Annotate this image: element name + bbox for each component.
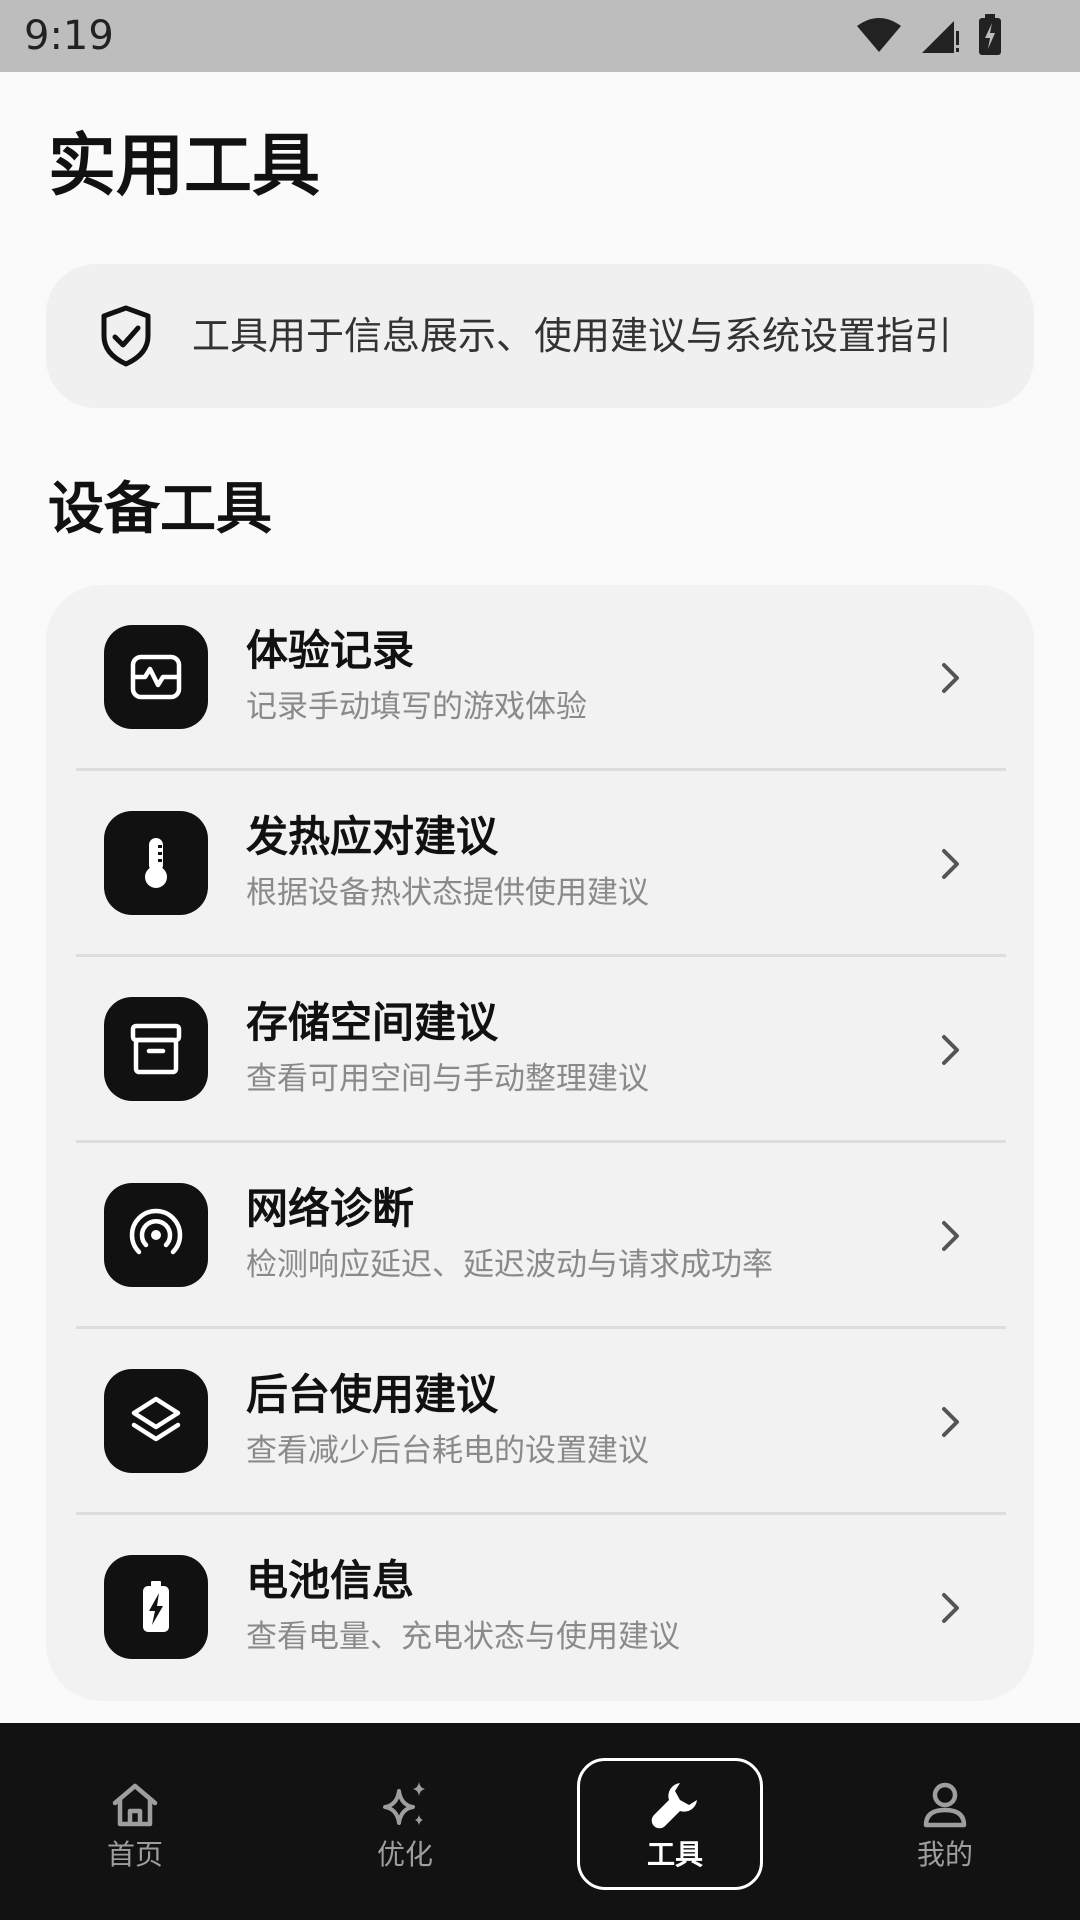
layers-icon [104,1369,208,1473]
tool-item-battery-info[interactable]: 电池信息 查看电量、充电状态与使用建议 [46,1515,1034,1701]
tool-desc: 查看电量、充电状态与使用建议 [246,1619,680,1655]
tool-desc: 根据设备热状态提供使用建议 [246,875,649,911]
status-bar: 9:19 [0,0,1080,72]
nav-item-optimize[interactable]: 优化 [270,1723,540,1920]
activity-icon [104,625,208,729]
chevron-right-icon [942,1035,959,1065]
tool-title: 发热应对建议 [246,812,499,861]
tool-desc: 检测响应延迟、延迟波动与请求成功率 [246,1247,773,1283]
tool-title: 电池信息 [246,1556,415,1605]
thermometer-icon [104,811,208,915]
tool-desc: 查看可用空间与手动整理建议 [246,1061,649,1097]
broadcast-icon [104,1183,208,1287]
user-icon [923,1782,967,1828]
tool-desc: 查看减少后台耗电的设置建议 [246,1433,649,1469]
tool-item-heat-advice[interactable]: 发热应对建议 根据设备热状态提供使用建议 [46,771,1034,957]
tool-desc: 记录手动填写的游戏体验 [246,689,587,725]
chevron-right-icon [942,663,959,693]
bottom-nav: 首页 优化 工具 我的 [0,1723,1080,1920]
signal-icon [922,21,959,53]
nav-item-tools[interactable]: 工具 [540,1723,810,1920]
nav-item-home[interactable]: 首页 [0,1723,270,1920]
tool-item-background-advice[interactable]: 后台使用建议 查看减少后台耗电的设置建议 [46,1329,1034,1515]
home-icon [112,1783,158,1827]
chevron-right-icon [942,1407,959,1437]
wrench-icon [651,1783,697,1829]
chevron-right-icon [942,849,959,879]
section-title: 设备工具 [48,477,272,542]
shield-check-icon [101,305,151,367]
wifi-icon [857,18,901,52]
chevron-right-icon [942,1593,959,1623]
nav-item-profile[interactable]: 我的 [810,1723,1080,1920]
tool-item-experience-log[interactable]: 体验记录 记录手动填写的游戏体验 [46,585,1034,771]
chevron-right-icon [942,1221,959,1251]
battery-icon [104,1555,208,1659]
status-time: 9:19 [24,13,114,59]
nav-label: 首页 [106,1838,163,1871]
tool-title: 存储空间建议 [246,998,499,1047]
archive-icon [104,997,208,1101]
nav-label: 工具 [646,1838,703,1871]
tool-item-network-diagnosis[interactable]: 网络诊断 检测响应延迟、延迟波动与请求成功率 [46,1143,1034,1329]
tool-title: 后台使用建议 [246,1370,499,1419]
nav-label: 我的 [916,1838,973,1871]
notice-text: 工具用于信息展示、使用建议与系统设置指引 [192,314,953,358]
tool-title: 体验记录 [246,626,415,675]
sparkles-icon [383,1782,425,1825]
page-title: 实用工具 [48,127,321,206]
tools-card: 体验记录 记录手动填写的游戏体验 发热应对建议 根据设备热状态提供使用建议 存储… [46,585,1034,1701]
status-icons [856,14,1002,56]
battery-charging-icon [979,14,1001,55]
notice-card: 工具用于信息展示、使用建议与系统设置指引 [46,264,1034,408]
nav-label: 优化 [376,1838,433,1871]
tool-item-storage-advice[interactable]: 存储空间建议 查看可用空间与手动整理建议 [46,957,1034,1143]
tool-title: 网络诊断 [246,1184,415,1233]
